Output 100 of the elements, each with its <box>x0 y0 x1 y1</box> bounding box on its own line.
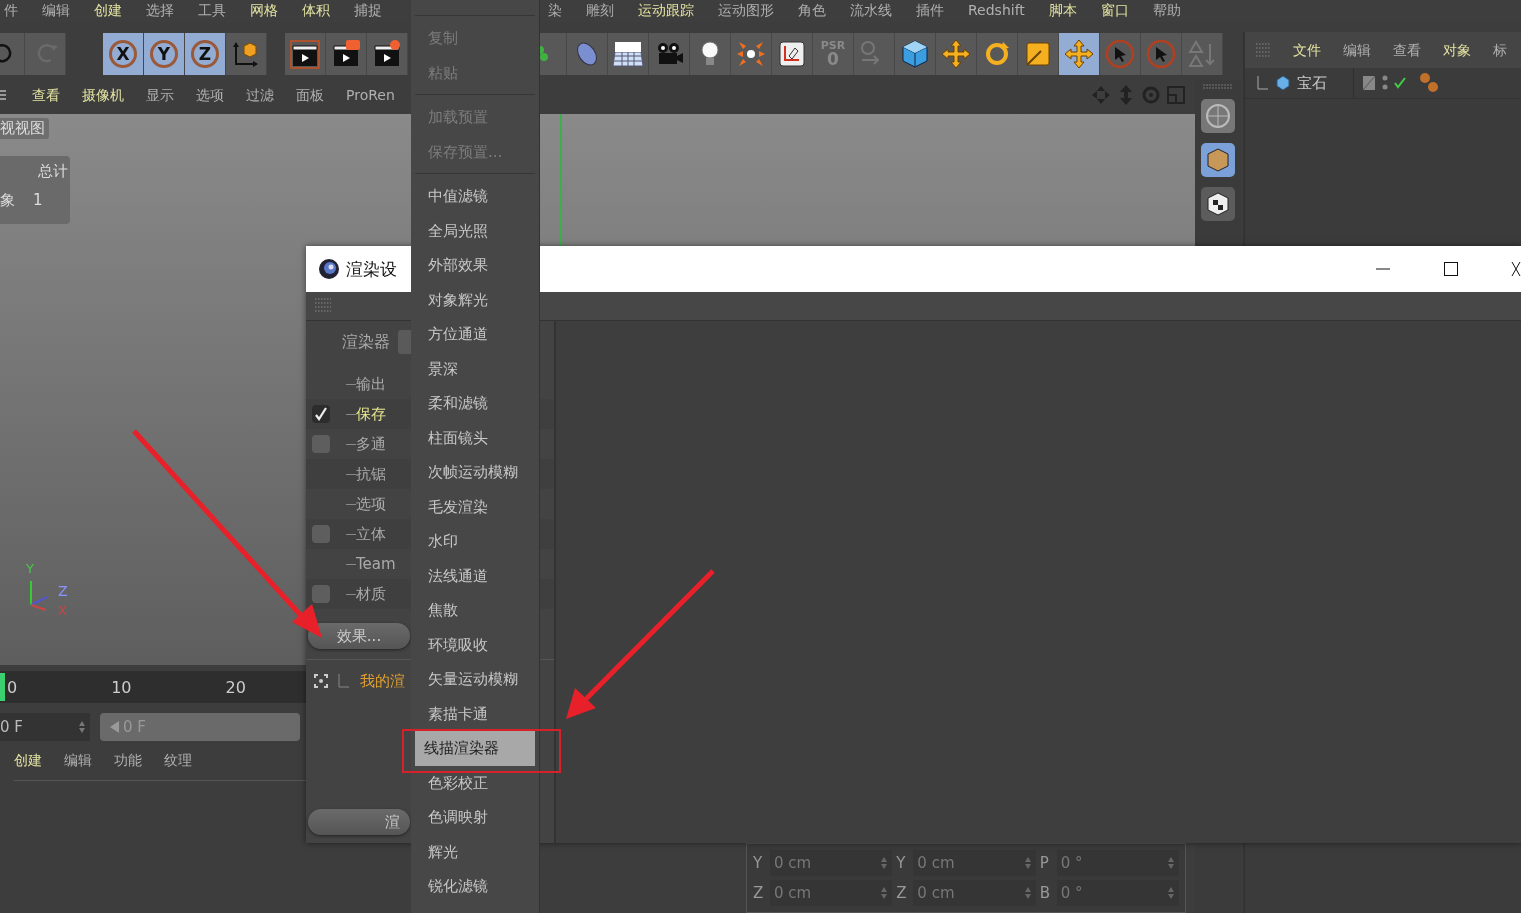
checkbox[interactable] <box>312 585 330 603</box>
menu-item[interactable]: 功能 <box>114 751 142 770</box>
checkbox[interactable] <box>312 405 330 423</box>
menu-item[interactable]: 体积 <box>302 1 330 19</box>
menu-item[interactable]: 柱面镜头 <box>415 420 535 455</box>
slider-thumb-icon[interactable] <box>110 720 120 733</box>
move-icon[interactable] <box>940 38 972 70</box>
tree-item[interactable]: 选项 <box>356 494 386 514</box>
coordinate-field[interactable]: 0 cm <box>913 850 1036 876</box>
menu-item[interactable]: 色彩校正 <box>415 765 535 800</box>
menu-item[interactable]: 环境吸收 <box>415 627 535 662</box>
tree-item[interactable]: 输出 <box>356 374 386 394</box>
menu-item[interactable]: 流水线 <box>850 1 892 19</box>
tree-item[interactable]: 材质 <box>356 584 386 604</box>
coordinate-field[interactable]: 0 cm <box>770 880 893 906</box>
menu-item[interactable]: 焦散 <box>415 593 535 628</box>
coordinate-field[interactable]: 0 cm <box>913 880 1036 906</box>
playhead[interactable] <box>0 673 5 702</box>
menu-item[interactable]: 件 <box>4 1 18 19</box>
menu-item[interactable]: 素描卡通 <box>415 696 535 731</box>
menu-item[interactable]: 标 <box>1493 41 1507 59</box>
menu-item[interactable]: 中值滤镜 <box>415 179 535 214</box>
menu-item[interactable]: 窗口 <box>1100 1 1129 19</box>
menu-item[interactable]: 雕刻 <box>586 1 614 19</box>
menu-item[interactable]: 对象 <box>1443 41 1471 59</box>
menu-item[interactable]: 染 <box>548 1 562 19</box>
menu-item[interactable]: 水印 <box>415 524 535 559</box>
menu-item[interactable]: 捕捉 <box>354 1 382 19</box>
coordinate-field[interactable]: 0 ° <box>1056 850 1179 876</box>
menu-item[interactable]: 查看 <box>32 85 60 104</box>
menu-item[interactable]: 查看 <box>1393 41 1421 59</box>
cursor-circle-icon[interactable] <box>1145 38 1177 70</box>
checker-cube-icon[interactable] <box>1200 186 1236 222</box>
sphere-grid-icon[interactable] <box>1200 98 1236 134</box>
menu-item[interactable]: 景深 <box>415 351 535 386</box>
menu-item[interactable]: 帮助 <box>1152 1 1181 19</box>
clapperboard-icon[interactable] <box>289 38 321 70</box>
menu-item[interactable]: 锐化滤镜 <box>415 869 535 904</box>
checkbox[interactable] <box>312 435 330 453</box>
tree-item[interactable]: Team <box>356 555 396 573</box>
menu-item[interactable]: 创建 <box>94 1 122 19</box>
tree-item[interactable]: 立体 <box>356 524 386 544</box>
menu-item[interactable]: 文件 <box>1293 41 1321 59</box>
menu-item[interactable]: 网格 <box>250 1 278 19</box>
menu-item[interactable]: 脚本 <box>1048 1 1077 19</box>
effects-button[interactable]: 效果... <box>308 623 410 649</box>
object-name[interactable]: 宝石 <box>1297 73 1327 93</box>
frame-field[interactable]: 0 F <box>0 713 90 741</box>
menu-item[interactable]: 角色 <box>798 1 826 19</box>
menu-item[interactable]: 选项 <box>196 85 224 104</box>
menu-item[interactable]: 外部效果 <box>415 248 535 283</box>
menu-item[interactable]: 矢量运动模糊 <box>415 662 535 697</box>
maximize-icon[interactable] <box>1443 261 1459 277</box>
move-icon[interactable] <box>1063 38 1095 70</box>
axis-lock-button[interactable]: Y <box>144 33 185 75</box>
menu-item[interactable]: 辉光 <box>415 834 535 869</box>
tree-item[interactable]: 多通 <box>356 434 386 454</box>
menu-item[interactable]: 对象辉光 <box>415 282 535 317</box>
menu-item[interactable]: 摄像机 <box>82 85 124 104</box>
menu-item[interactable]: 工具 <box>198 1 226 19</box>
spinner-icon <box>880 856 889 870</box>
menu-item[interactable]: 毛发渲染 <box>415 489 535 524</box>
menu-item[interactable]: 色调映射 <box>415 800 535 835</box>
menu-item[interactable]: 显示 <box>146 85 174 104</box>
menu-item[interactable]: 插件 <box>916 1 944 19</box>
menu-item[interactable]: 选择 <box>146 1 174 19</box>
menu-item[interactable]: 编辑 <box>42 1 70 19</box>
preset-name[interactable]: 我的渲 <box>360 671 405 691</box>
close-icon[interactable] <box>1511 261 1521 277</box>
menu-item[interactable]: 法线通道 <box>415 558 535 593</box>
menu-item[interactable]: 线描渲染器 <box>415 731 535 766</box>
menu-item[interactable]: 编辑 <box>64 751 92 770</box>
grip-icon <box>314 297 332 315</box>
axis-lock-button[interactable]: X <box>103 33 144 75</box>
coordinate-field[interactable]: 0 cm <box>770 850 893 876</box>
tree-item[interactable]: 抗锯 <box>356 464 386 484</box>
menu-item[interactable]: 创建 <box>14 751 42 770</box>
cube-icon[interactable] <box>899 38 931 70</box>
menu-item[interactable]: 次帧运动模糊 <box>415 455 535 490</box>
menu-item[interactable]: 运动图形 <box>718 1 774 19</box>
tree-item[interactable]: 保存 <box>356 404 386 424</box>
menu-item[interactable]: 运动跟踪 <box>638 1 694 19</box>
focus-icon[interactable] <box>314 674 328 688</box>
menu-item[interactable]: 编辑 <box>1343 41 1371 59</box>
menu-item[interactable]: 柔和滤镜 <box>415 386 535 421</box>
menu-item[interactable]: 全局光照 <box>415 213 535 248</box>
menu-item[interactable]: 过滤 <box>246 85 274 104</box>
menu-item[interactable]: ProRen <box>346 85 395 104</box>
frame-icon[interactable] <box>776 38 808 70</box>
menu-item[interactable]: Redshift <box>968 1 1025 19</box>
cursor-circle-icon[interactable] <box>1104 38 1136 70</box>
menu-item[interactable]: 纹理 <box>164 751 192 770</box>
axis-lock-button[interactable]: Z <box>185 33 226 75</box>
coordinate-field[interactable]: 0 ° <box>1056 880 1179 906</box>
spinner-icon <box>1023 856 1032 870</box>
menu-item[interactable]: 面板 <box>296 85 324 104</box>
checkbox[interactable] <box>312 525 330 543</box>
render-button[interactable]: 渲 <box>308 809 410 835</box>
menu-item[interactable]: 方位通道 <box>415 317 535 352</box>
cube-mode-icon[interactable] <box>1200 142 1236 178</box>
